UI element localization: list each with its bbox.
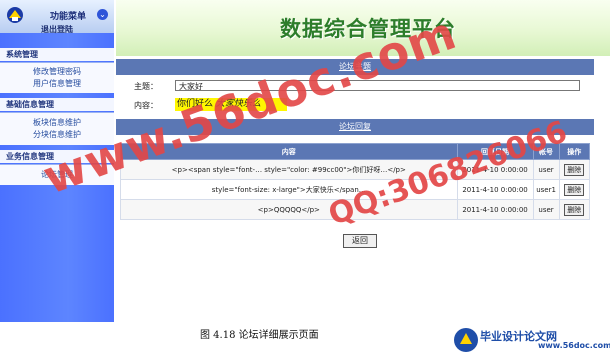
figure-caption: 图 4.18 论坛详细展示页面 — [200, 330, 319, 341]
content-label: 内容： — [134, 101, 158, 110]
sidebar-item-change-password[interactable]: 修改管理密码 — [0, 66, 114, 78]
reply-account: user1 — [532, 179, 560, 200]
logout-link[interactable]: 退出登陆 — [0, 24, 114, 35]
back-button[interactable]: 返回 — [343, 234, 377, 248]
brand-logo-icon — [454, 328, 478, 352]
sidebar-item-board-maintenance[interactable]: 板块信息维护 — [0, 117, 114, 129]
group-body-system: 修改管理密码 用户信息管理 — [0, 62, 114, 93]
delete-button[interactable]: 删除 — [564, 203, 585, 216]
brand-url: www.56doc.com — [538, 341, 610, 350]
group-title-system: 系统管理 — [0, 48, 114, 61]
menu-logo-icon — [7, 7, 23, 23]
chevron-down-icon[interactable]: ⌄ — [97, 9, 108, 20]
reply-account: user — [532, 159, 560, 180]
delete-button[interactable]: 删除 — [564, 183, 585, 196]
subject-label: 主题： — [134, 82, 158, 91]
reply-section-title[interactable]: 论坛回复 — [339, 122, 371, 131]
delete-button[interactable]: 删除 — [564, 163, 585, 176]
reply-account: user — [532, 199, 560, 220]
group-title-basic: 基础信息管理 — [0, 98, 114, 111]
reply-date: 2011-4-10 0:00:00 — [456, 199, 534, 220]
sidebar-item-user-management[interactable]: 用户信息管理 — [0, 78, 114, 90]
menu-title: 功能菜单 — [50, 12, 87, 22]
